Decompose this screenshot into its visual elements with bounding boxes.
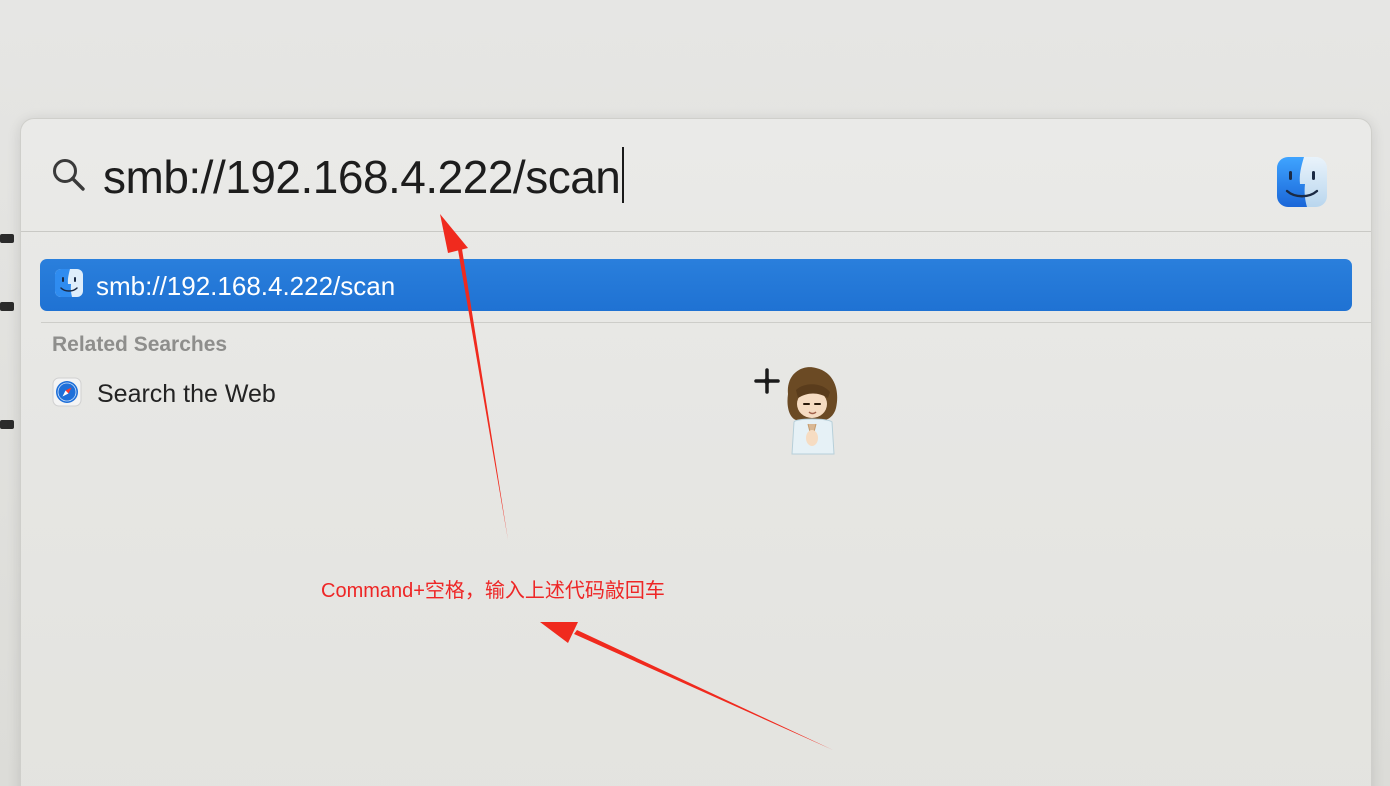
edge-strap (0, 420, 14, 429)
top-hit-result[interactable]: smb://192.168.4.222/scan (40, 259, 1352, 311)
search-query-text: smb://192.168.4.222/scan (103, 151, 621, 203)
spotlight-search-input[interactable]: smb://192.168.4.222/scan (103, 147, 625, 207)
results-divider (41, 322, 1371, 323)
annotation-text: Command+空格，输入上述代码敲回车 (321, 580, 665, 602)
finder-icon (1277, 157, 1327, 207)
search-the-web-label: Search the Web (97, 380, 276, 408)
spotlight-search-row[interactable]: smb://192.168.4.222/scan (21, 119, 1371, 231)
safari-icon (52, 377, 82, 407)
finder-icon (55, 269, 83, 297)
related-searches-header: Related Searches (52, 333, 228, 356)
spotlight-panel: smb://192.168.4.222/scan smb://192.168.4… (20, 118, 1372, 786)
top-hit-label: smb://192.168.4.222/scan (96, 271, 396, 301)
text-caret (622, 147, 625, 203)
search-icon (53, 159, 85, 191)
search-divider (21, 231, 1371, 232)
character-sticker (754, 367, 838, 455)
search-the-web-item[interactable]: Search the Web (52, 377, 552, 411)
edge-strap (0, 302, 14, 311)
edge-strap (0, 234, 14, 243)
